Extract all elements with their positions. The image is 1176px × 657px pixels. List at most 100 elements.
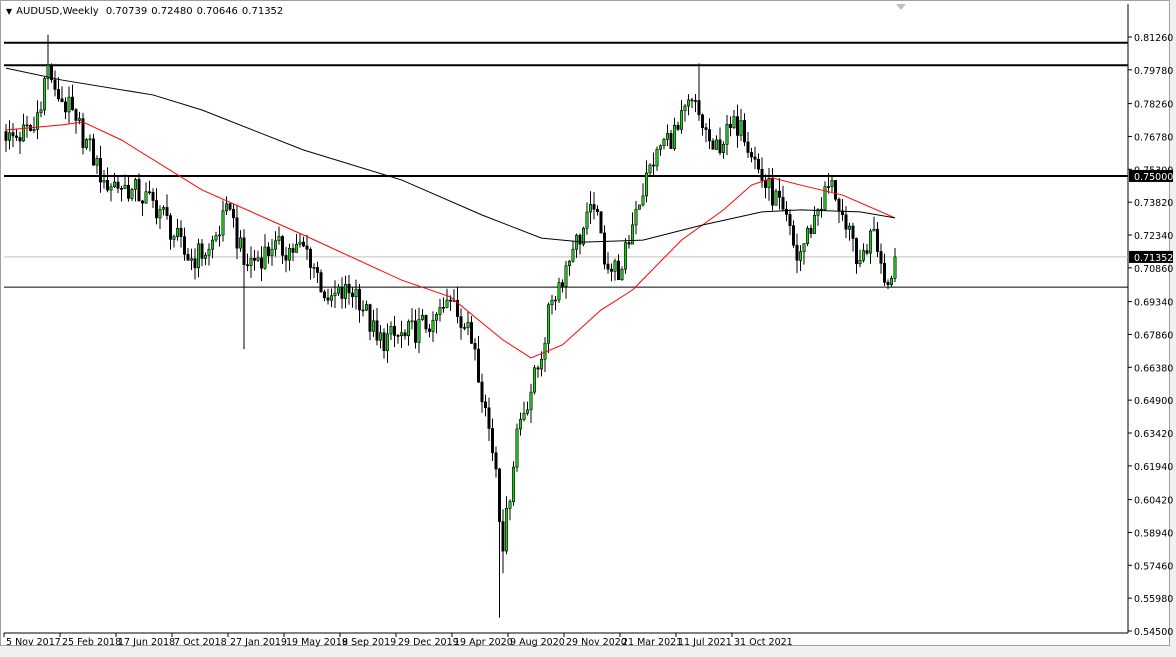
candle — [621, 266, 623, 281]
candle-body — [414, 321, 416, 343]
candle — [306, 235, 308, 260]
candle — [355, 280, 357, 310]
candle-body — [771, 178, 773, 205]
candle-body — [495, 453, 497, 469]
candle-body — [526, 410, 528, 413]
candle — [785, 201, 787, 221]
candle-body — [246, 265, 248, 266]
candle-body — [719, 140, 721, 153]
candle-body — [631, 225, 633, 244]
candle — [841, 199, 843, 221]
candle — [775, 189, 777, 206]
candle-body — [313, 267, 315, 268]
candle — [281, 235, 283, 264]
y-tick-label: 0.78260 — [1134, 100, 1173, 111]
candle — [890, 276, 892, 287]
candle-body — [645, 173, 647, 196]
candle — [40, 101, 42, 117]
candle-body — [827, 187, 829, 188]
candle-body — [12, 133, 14, 136]
candle — [278, 227, 280, 245]
candle — [859, 250, 861, 268]
price-chart[interactable]: 0.812600.797800.782600.767800.753000.738… — [0, 0, 1176, 657]
candle-body — [428, 329, 430, 332]
candle — [806, 226, 808, 246]
candle — [635, 201, 637, 234]
x-tick-label: 11 Jul 2021 — [678, 637, 732, 648]
candle — [85, 138, 87, 150]
candle-body — [274, 241, 276, 250]
candle-body — [250, 258, 252, 265]
candle — [565, 261, 567, 299]
candle-body — [180, 228, 182, 236]
candle — [159, 205, 161, 229]
candle — [362, 300, 364, 316]
candle — [92, 134, 94, 166]
candle — [792, 220, 794, 247]
candle — [799, 245, 801, 271]
y-tick-label: 0.67860 — [1134, 330, 1173, 341]
candle — [267, 242, 269, 263]
candle — [110, 183, 112, 201]
candle-body — [421, 315, 423, 319]
candle — [561, 279, 563, 292]
candle — [694, 94, 696, 112]
candle — [162, 205, 164, 215]
candle — [134, 178, 136, 202]
triangle-down-icon[interactable]: ▼ — [6, 7, 12, 16]
candle — [145, 182, 147, 203]
candle — [894, 248, 896, 282]
candle — [288, 244, 290, 271]
candle-body — [243, 238, 245, 265]
candle — [603, 225, 605, 269]
candle-body — [344, 284, 346, 298]
y-tick-label: 0.58940 — [1134, 528, 1173, 539]
candle-body — [239, 238, 241, 248]
candle — [393, 316, 395, 347]
candle-body — [449, 300, 451, 301]
candle-body — [467, 322, 469, 327]
candle-body — [120, 188, 122, 189]
candle — [8, 120, 10, 149]
candle — [460, 308, 462, 339]
candle-body — [845, 215, 847, 229]
candle-body — [733, 117, 735, 128]
candle-body — [852, 226, 854, 238]
candle-body — [432, 320, 434, 331]
candle-body — [666, 133, 668, 139]
candle-body — [715, 140, 717, 149]
candle-body — [386, 334, 388, 351]
candle-body — [306, 246, 308, 249]
candle-body — [747, 142, 749, 152]
x-tick-label: 8 Sep 2019 — [342, 637, 396, 648]
y-tick-label: 0.72340 — [1134, 231, 1173, 242]
y-tick-label: 0.64900 — [1134, 396, 1173, 407]
candle-body — [589, 204, 591, 212]
candle — [516, 424, 518, 472]
chart-header: ▼AUDUSD,Weekly 0.707390.724800.706460.71… — [6, 6, 287, 17]
candle-body — [607, 264, 609, 269]
candle — [400, 321, 402, 348]
candle — [768, 168, 770, 201]
candle — [463, 323, 465, 330]
candle — [176, 219, 178, 241]
y-tick-label: 0.61940 — [1134, 462, 1173, 473]
candle-body — [806, 228, 808, 243]
x-tick-label: 5 Nov 2017 — [6, 637, 61, 648]
candle-body — [614, 261, 616, 271]
candle-body — [348, 284, 350, 293]
candle — [215, 232, 217, 242]
candle — [572, 241, 574, 263]
candle-body — [309, 249, 311, 267]
candle — [435, 312, 437, 333]
candle-body — [40, 110, 42, 113]
close-value: 0.71352 — [242, 6, 283, 17]
candle-body — [691, 100, 693, 101]
candle — [239, 230, 241, 252]
candle — [530, 384, 532, 423]
candle — [82, 113, 84, 155]
candle — [323, 290, 325, 301]
candle — [715, 135, 717, 150]
candle-body — [862, 251, 864, 261]
candle — [670, 130, 672, 149]
